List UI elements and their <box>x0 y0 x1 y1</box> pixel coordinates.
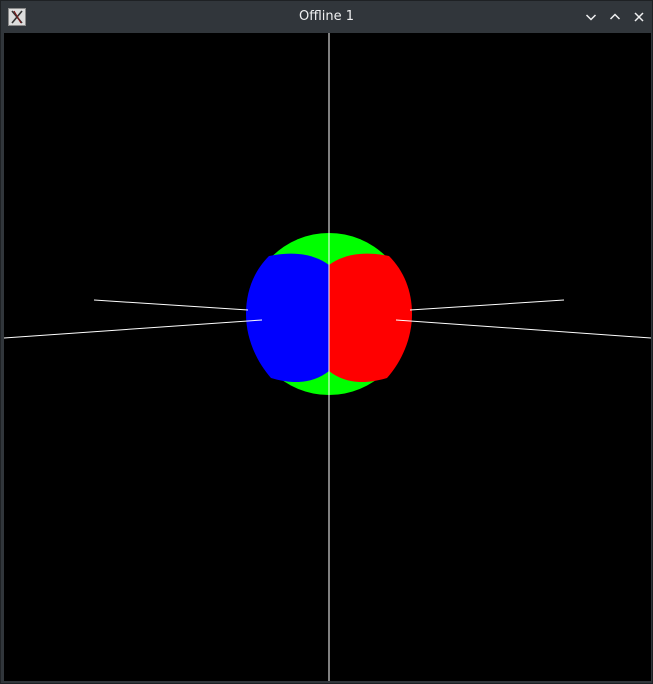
opengl-viewport[interactable] <box>4 33 651 681</box>
maximize-button[interactable] <box>605 7 625 27</box>
window-title: Offline 1 <box>298 9 355 24</box>
title-bar[interactable]: Offline 1 <box>1 1 652 33</box>
close-button[interactable] <box>629 7 649 27</box>
chevron-down-icon <box>585 14 597 21</box>
close-icon <box>634 12 644 22</box>
minimize-button[interactable] <box>581 7 601 27</box>
scene-canvas <box>4 33 651 681</box>
app-window: Offline 1 <box>0 0 653 684</box>
chevron-up-icon <box>609 13 621 20</box>
